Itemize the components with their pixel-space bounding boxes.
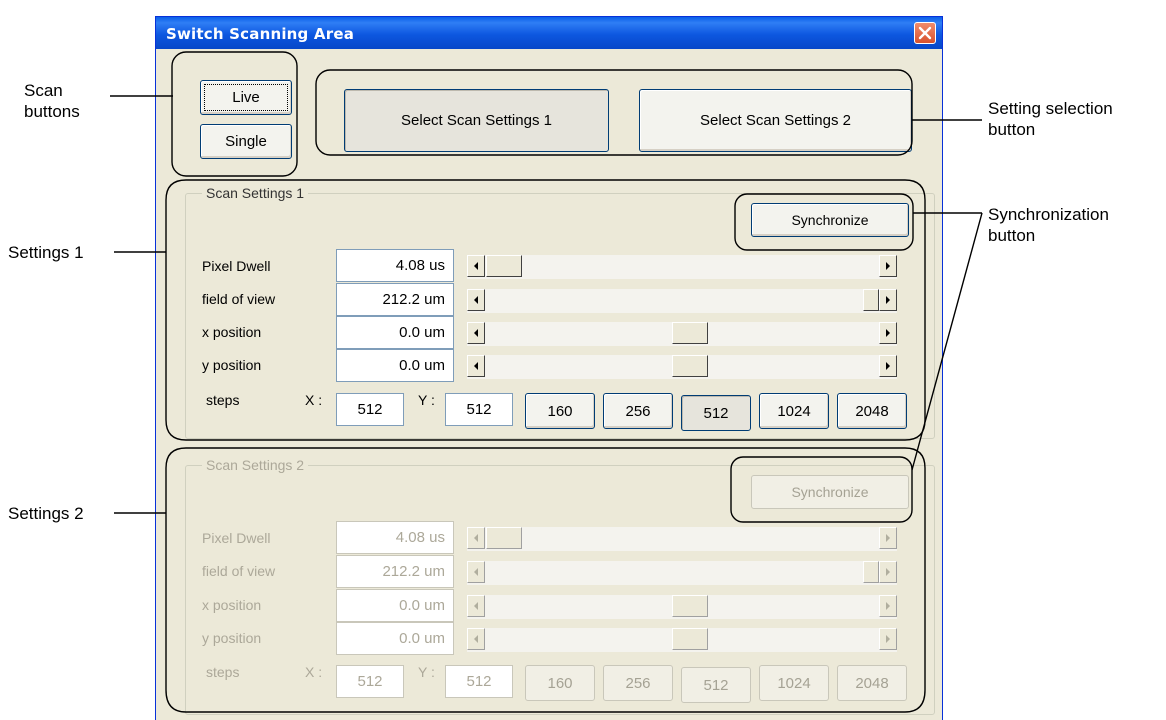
y-position-field[interactable]: 0.0 um xyxy=(336,349,454,382)
scroll-left-arrow-icon[interactable] xyxy=(467,561,485,583)
annotation-settings-2: Settings 2 xyxy=(8,504,84,523)
scroll-thumb[interactable] xyxy=(863,289,879,311)
scroll-left-arrow-icon[interactable] xyxy=(467,255,485,277)
pixel-dwell-scrollbar[interactable] xyxy=(467,255,897,279)
scroll-left-arrow-icon[interactable] xyxy=(467,355,485,377)
title-bar[interactable]: Switch Scanning Area xyxy=(156,17,942,49)
scroll-left-arrow-icon[interactable] xyxy=(467,628,485,650)
scroll-right-arrow-icon[interactable] xyxy=(879,289,897,311)
scroll-left-arrow-icon[interactable] xyxy=(467,322,485,344)
pixel-dwell-field[interactable]: 4.08 us xyxy=(336,249,454,282)
single-button[interactable]: Single xyxy=(200,124,292,159)
field-of-view-2-field[interactable]: 212.2 um xyxy=(336,555,454,588)
live-button[interactable]: Live xyxy=(200,80,292,115)
steps-2-256-button[interactable]: 256 xyxy=(603,665,673,701)
scroll-right-arrow-icon[interactable] xyxy=(879,322,897,344)
scroll-right-arrow-icon[interactable] xyxy=(879,628,897,650)
pixel-dwell-label: Pixel Dwell xyxy=(202,258,271,274)
annotation-scan-buttons-text: Scan buttons xyxy=(24,81,80,121)
select-scan-settings-1-button[interactable]: Select Scan Settings 1 xyxy=(344,89,609,152)
field-of-view-2-scrollbar[interactable] xyxy=(467,561,897,585)
steps-512-button[interactable]: 512 xyxy=(681,395,751,431)
steps-2-y-field[interactable]: 512 xyxy=(445,665,513,698)
field-of-view-scrollbar[interactable] xyxy=(467,289,897,313)
scroll-thumb[interactable] xyxy=(486,255,522,277)
scroll-thumb[interactable] xyxy=(863,561,879,583)
close-button[interactable] xyxy=(914,22,936,44)
scroll-right-arrow-icon[interactable] xyxy=(879,595,897,617)
y-position-2-scrollbar[interactable] xyxy=(467,628,897,652)
synchronize-2-button[interactable]: Synchronize xyxy=(751,475,909,509)
scroll-left-arrow-icon[interactable] xyxy=(467,289,485,311)
scroll-thumb[interactable] xyxy=(672,355,708,377)
scroll-left-arrow-icon[interactable] xyxy=(467,527,485,549)
steps-2048-button[interactable]: 2048 xyxy=(837,393,907,429)
annotation-setting-selection: Setting selection button xyxy=(988,99,1113,139)
pixel-dwell-2-scrollbar[interactable] xyxy=(467,527,897,551)
close-icon xyxy=(918,26,932,40)
x-position-field[interactable]: 0.0 um xyxy=(336,316,454,349)
steps-2-y-label: Y : xyxy=(418,664,435,680)
scan-settings-1-title: Scan Settings 1 xyxy=(202,185,309,201)
steps-2-2048-button[interactable]: 2048 xyxy=(837,665,907,701)
field-of-view-field[interactable]: 212.2 um xyxy=(336,283,454,316)
scroll-right-arrow-icon[interactable] xyxy=(879,255,897,277)
field-of-view-label: field of view xyxy=(202,291,276,307)
steps-256-button[interactable]: 256 xyxy=(603,393,673,429)
window-title: Switch Scanning Area xyxy=(166,25,355,43)
scroll-right-arrow-icon[interactable] xyxy=(879,527,897,549)
switch-scanning-area-window: Switch Scanning Area Live Single Select … xyxy=(155,16,943,720)
steps-2-x-field[interactable]: 512 xyxy=(336,665,404,698)
y-position-2-label: y position xyxy=(202,630,262,646)
x-position-scrollbar[interactable] xyxy=(467,322,897,346)
pixel-dwell-2-field[interactable]: 4.08 us xyxy=(336,521,454,554)
annotation-settings-1: Settings 1 xyxy=(8,243,84,262)
scroll-thumb[interactable] xyxy=(486,527,522,549)
x-position-2-scrollbar[interactable] xyxy=(467,595,897,619)
steps-1024-button[interactable]: 1024 xyxy=(759,393,829,429)
steps-2-160-button[interactable]: 160 xyxy=(525,665,595,701)
pixel-dwell-2-label: Pixel Dwell xyxy=(202,530,271,546)
annotation-synchronization: Synchronization button xyxy=(988,205,1109,245)
scroll-thumb[interactable] xyxy=(672,322,708,344)
y-position-scrollbar[interactable] xyxy=(467,355,897,379)
scroll-right-arrow-icon[interactable] xyxy=(879,561,897,583)
steps-x-field[interactable]: 512 xyxy=(336,393,404,426)
select-scan-settings-2-button[interactable]: Select Scan Settings 2 xyxy=(639,89,912,152)
synchronize-1-button[interactable]: Synchronize xyxy=(751,203,909,237)
scroll-right-arrow-icon[interactable] xyxy=(879,355,897,377)
y-position-2-field[interactable]: 0.0 um xyxy=(336,622,454,655)
x-position-label: x position xyxy=(202,324,262,340)
scroll-left-arrow-icon[interactable] xyxy=(467,595,485,617)
steps-2-x-label: X : xyxy=(305,664,323,680)
x-position-2-label: x position xyxy=(202,597,262,613)
steps-label: steps xyxy=(206,392,240,408)
y-position-label: y position xyxy=(202,357,262,373)
steps-y-label: Y : xyxy=(418,392,435,408)
steps-2-label: steps xyxy=(206,664,240,680)
scroll-thumb[interactable] xyxy=(672,595,708,617)
steps-x-label: X : xyxy=(305,392,323,408)
annotation-scan-buttons: Scan buttons xyxy=(24,80,80,122)
scan-settings-2-title: Scan Settings 2 xyxy=(202,457,309,473)
steps-160-button[interactable]: 160 xyxy=(525,393,595,429)
steps-2-1024-button[interactable]: 1024 xyxy=(759,665,829,701)
scroll-thumb[interactable] xyxy=(672,628,708,650)
field-of-view-2-label: field of view xyxy=(202,563,276,579)
steps-2-512-button[interactable]: 512 xyxy=(681,667,751,703)
steps-y-field[interactable]: 512 xyxy=(445,393,513,426)
x-position-2-field[interactable]: 0.0 um xyxy=(336,589,454,622)
